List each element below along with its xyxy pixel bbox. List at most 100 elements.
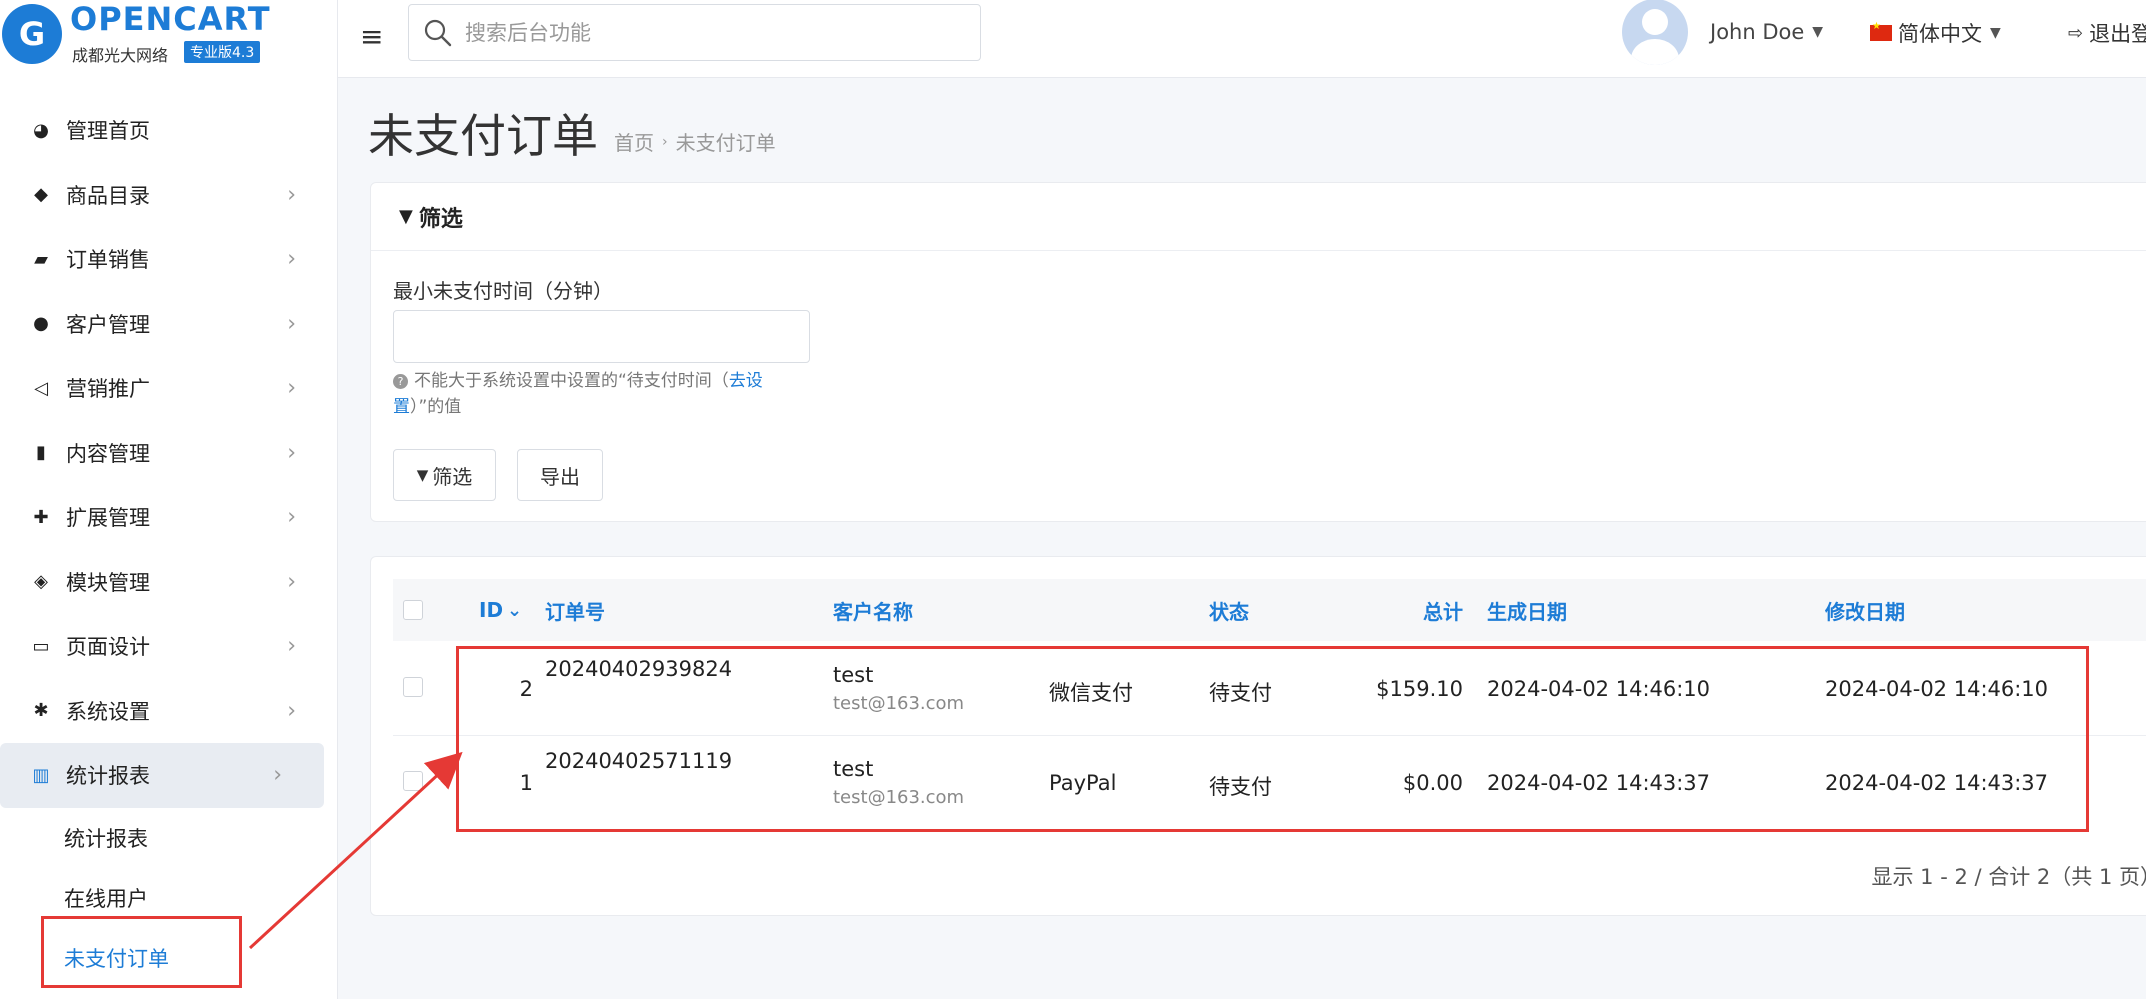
question-circle-icon: ?: [393, 374, 408, 389]
sidebar-item-label: 商品目录: [66, 183, 150, 208]
chevron-right-icon: ›: [287, 633, 296, 659]
sidebar-item-catalog[interactable]: ◆ 商品目录 ›: [0, 163, 338, 228]
breadcrumb: 首页 › 未支付订单: [614, 127, 776, 156]
submenu-item-reports[interactable]: 统计报表: [0, 808, 338, 868]
sidebar-item-customers[interactable]: ● 客户管理 ›: [0, 292, 338, 357]
highlight-box-menu: [41, 916, 242, 988]
chevron-right-icon: ›: [287, 569, 296, 595]
caret-down-icon: ▼: [1812, 24, 1824, 40]
sidebar-item-label: 页面设计: [66, 635, 150, 660]
sidebar-item-label: 客户管理: [66, 312, 150, 337]
sort-desc-icon: ⌄: [507, 599, 523, 621]
sidebar-item-label: 统计报表: [66, 764, 150, 789]
export-button[interactable]: 导出: [517, 449, 603, 501]
sidebar-item-label: 扩展管理: [66, 506, 150, 531]
search-input[interactable]: [463, 19, 943, 46]
sidebar-item-sales[interactable]: ▰ 订单销售 ›: [0, 227, 338, 292]
logo-subtitle: 成都光大网络: [72, 46, 169, 65]
column-header-total[interactable]: 总计: [1393, 579, 1463, 641]
sidebar-item-content[interactable]: ▮ 内容管理 ›: [0, 421, 338, 486]
logout-link[interactable]: ⇨ 退出登录: [2068, 18, 2146, 48]
logo[interactable]: G OPENCART 成都光大网络 专业版4.3: [0, 0, 338, 78]
filter-button[interactable]: ▼ 筛选: [393, 449, 496, 501]
sidebar-item-label: 系统设置: [66, 699, 150, 724]
pagination-summary: 显示 1 - 2 / 合计 2（共 1 页）: [1871, 865, 2146, 889]
puzzle-icon: ✚: [33, 506, 49, 528]
column-header-modified[interactable]: 修改日期: [1825, 579, 1905, 641]
language-label: 简体中文: [1898, 22, 1982, 46]
book-icon: ▮: [36, 442, 46, 464]
language-selector[interactable]: 简体中文 ▼: [1870, 18, 2001, 48]
caret-down-icon: ▼: [1990, 25, 2001, 41]
sidebar-item-modules[interactable]: ◈ 模块管理 ›: [0, 550, 338, 615]
version-badge: 专业版4.3: [184, 41, 261, 63]
chevron-right-icon: ›: [287, 246, 296, 272]
min-unpaid-time-label: 最小未支付时间（分钟）: [393, 279, 613, 303]
sidebar-item-label: 营销推广: [66, 377, 150, 402]
cube-icon: ◈: [34, 571, 48, 593]
tags-icon: ◆: [34, 184, 48, 206]
chevron-right-icon: ›: [287, 504, 296, 530]
chevron-right-icon: ›: [287, 182, 296, 208]
menu-toggle-icon[interactable]: ≡: [360, 20, 383, 53]
cart-icon: ▰: [34, 248, 48, 270]
column-header-order-no[interactable]: 订单号: [545, 579, 605, 641]
chevron-right-icon: ›: [287, 698, 296, 724]
dashboard-icon: ◕: [33, 119, 49, 141]
filter-card-header: ▼ 筛选: [371, 183, 2146, 251]
sidebar-item-label: 订单销售: [66, 248, 150, 273]
sidebar-item-label: 内容管理: [66, 441, 150, 466]
help-suffix: ）”的值: [410, 397, 462, 417]
chevron-right-icon: ›: [287, 311, 296, 337]
breadcrumb-separator: ›: [662, 133, 668, 150]
search-icon: [423, 18, 453, 48]
help-prefix: 不能大于系统设置中设置的“待支付时间（: [414, 371, 729, 391]
min-unpaid-time-input[interactable]: [393, 310, 810, 363]
filter-icon: ▼: [416, 466, 429, 484]
chevron-right-icon: ›: [287, 375, 296, 401]
sidebar-item-label: 管理首页: [66, 119, 150, 144]
column-header-created[interactable]: 生成日期: [1487, 579, 1567, 641]
help-text: ? 不能大于系统设置中设置的“待支付时间（去设置）”的值: [393, 368, 813, 420]
chevron-right-icon: ›: [273, 762, 282, 788]
chevron-right-icon: ›: [287, 440, 296, 466]
filter-heading: 筛选: [418, 206, 463, 232]
bar-chart-icon: ▥: [32, 764, 50, 786]
breadcrumb-current: 未支付订单: [675, 131, 776, 155]
user-name: John Doe: [1710, 20, 1805, 44]
row-checkbox[interactable]: [403, 771, 423, 791]
page-title: 未支付订单: [368, 109, 598, 163]
select-all-checkbox[interactable]: [403, 600, 423, 620]
highlight-box-rows: [456, 646, 2089, 832]
breadcrumb-home[interactable]: 首页: [614, 127, 654, 156]
sidebar-item-reports[interactable]: ▥ 统计报表 ›: [0, 743, 324, 808]
sidebar-item-label: 模块管理: [66, 570, 150, 595]
column-header-id-label: ID: [479, 598, 504, 622]
filter-icon: ▼: [399, 206, 413, 227]
user-icon: ●: [33, 313, 49, 335]
column-header-customer[interactable]: 客户名称: [833, 579, 913, 641]
column-header-status[interactable]: 状态: [1209, 579, 1249, 641]
sidebar-item-extensions[interactable]: ✚ 扩展管理 ›: [0, 485, 338, 550]
sidebar-item-settings[interactable]: ✱ 系统设置 ›: [0, 679, 338, 744]
sidebar-menu: ◕ 管理首页 ◆ 商品目录 › ▰ 订单销售 › ● 客户管理 › ◁ 营销推广…: [0, 98, 338, 988]
sidebar-item-marketing[interactable]: ◁ 营销推广 ›: [0, 356, 338, 421]
user-menu[interactable]: John Doe ▼: [1622, 0, 1824, 65]
gear-icon: ✱: [33, 700, 49, 722]
share-icon: ◁: [34, 377, 48, 399]
column-header-id[interactable]: ID ⌄: [479, 579, 522, 641]
filter-card: ▼ 筛选 最小未支付时间（分钟） ? 不能大于系统设置中设置的“待支付时间（去设置…: [370, 182, 2146, 522]
search-box: [408, 4, 981, 61]
sidebar-item-design[interactable]: ▭ 页面设计 ›: [0, 614, 338, 679]
logout-icon: ⇨: [2068, 22, 2084, 44]
logout-label: 退出登录: [2089, 22, 2146, 46]
row-checkbox[interactable]: [403, 677, 423, 697]
sidebar-item-dashboard[interactable]: ◕ 管理首页: [0, 98, 338, 163]
filter-button-label: 筛选: [432, 464, 473, 489]
logo-mark-icon: G: [2, 4, 62, 64]
avatar[interactable]: [1622, 0, 1688, 65]
desktop-icon: ▭: [32, 635, 50, 657]
table-header: ID ⌄ 订单号 客户名称 状态 总计 生成日期 修改日期: [393, 579, 2146, 641]
logo-name: OPENCART: [70, 0, 271, 38]
topbar: ≡ John Doe ▼ 简体中文 ▼ ⇨ 退出登录: [338, 0, 2146, 78]
